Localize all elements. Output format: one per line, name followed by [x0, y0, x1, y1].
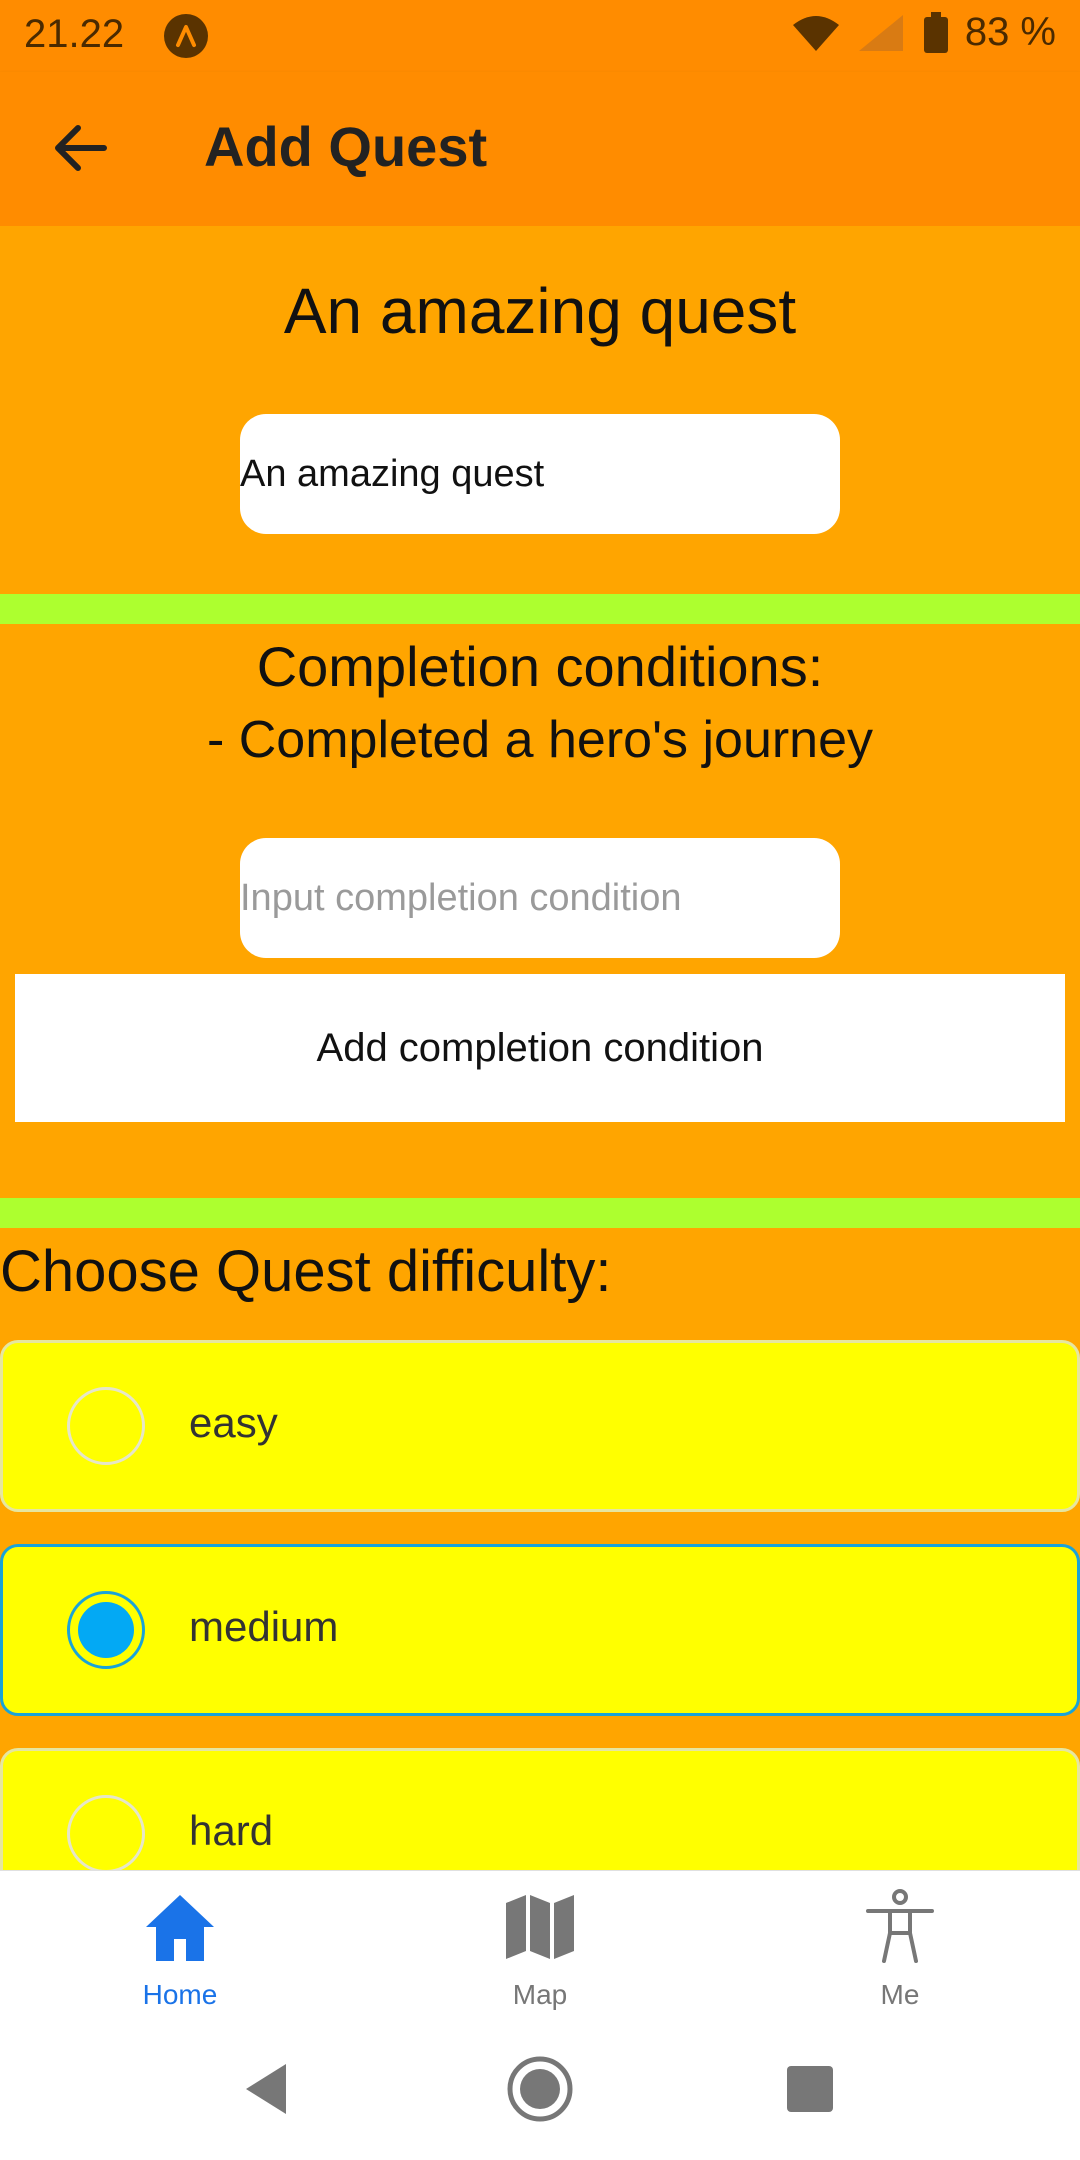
status-time: 21.22: [24, 12, 125, 56]
app-notification-icon: [164, 14, 208, 58]
nav-item-me[interactable]: Me: [720, 1871, 1080, 2019]
completion-condition-input[interactable]: [240, 838, 840, 958]
battery-percentage: 83 %: [964, 10, 1056, 54]
system-home-icon[interactable]: [505, 2054, 575, 2124]
difficulty-option-medium[interactable]: medium: [0, 1544, 1080, 1716]
completion-conditions-heading: Completion conditions:: [256, 635, 824, 698]
nav-label-me: Me: [880, 1979, 920, 2010]
add-completion-condition-button[interactable]: Add completion condition: [15, 974, 1065, 1122]
difficulty-heading: Choose Quest difficulty:: [0, 1239, 612, 1304]
difficulty-option-hard[interactable]: hard: [0, 1748, 1080, 1870]
map-icon: [500, 1887, 580, 1967]
person-icon: [860, 1887, 940, 1967]
radio-button[interactable]: [67, 1387, 145, 1465]
home-icon: [140, 1887, 220, 1967]
difficulty-label: easy: [189, 1399, 278, 1446]
status-bar: 21.22 83 %: [0, 0, 1080, 72]
signal-icon: [857, 13, 907, 53]
radio-dot: [78, 1602, 134, 1658]
system-back-icon[interactable]: [232, 2054, 302, 2124]
bottom-navigation: Home Map Me: [0, 1870, 1080, 2021]
back-arrow-icon[interactable]: [48, 116, 112, 180]
system-recents-icon[interactable]: [775, 2054, 845, 2124]
wifi-icon: [791, 13, 841, 53]
completion-condition-item: - Completed a hero's journey: [206, 711, 874, 769]
section-divider: [0, 594, 1080, 624]
quest-name-input[interactable]: [240, 414, 840, 534]
system-navigation-bar: [0, 2018, 1080, 2160]
radio-button-selected[interactable]: [67, 1591, 145, 1669]
section-divider: [0, 1198, 1080, 1228]
app-bar: Add Quest: [0, 72, 1080, 226]
battery-icon: [923, 11, 949, 54]
nav-label-home: Home: [142, 1979, 218, 2010]
difficulty-option-easy[interactable]: easy: [0, 1340, 1080, 1512]
radio-button[interactable]: [67, 1795, 145, 1870]
nav-item-map[interactable]: Map: [360, 1871, 720, 2019]
page-title: Add Quest: [204, 115, 488, 178]
difficulty-label: medium: [189, 1603, 339, 1650]
difficulty-label: hard: [189, 1807, 274, 1854]
nav-item-home[interactable]: Home: [0, 1871, 360, 2019]
content-scroll-area[interactable]: An amazing quest Completion conditions: …: [0, 226, 1080, 1870]
nav-label-map: Map: [512, 1979, 568, 2010]
quest-title: An amazing quest: [283, 275, 797, 347]
